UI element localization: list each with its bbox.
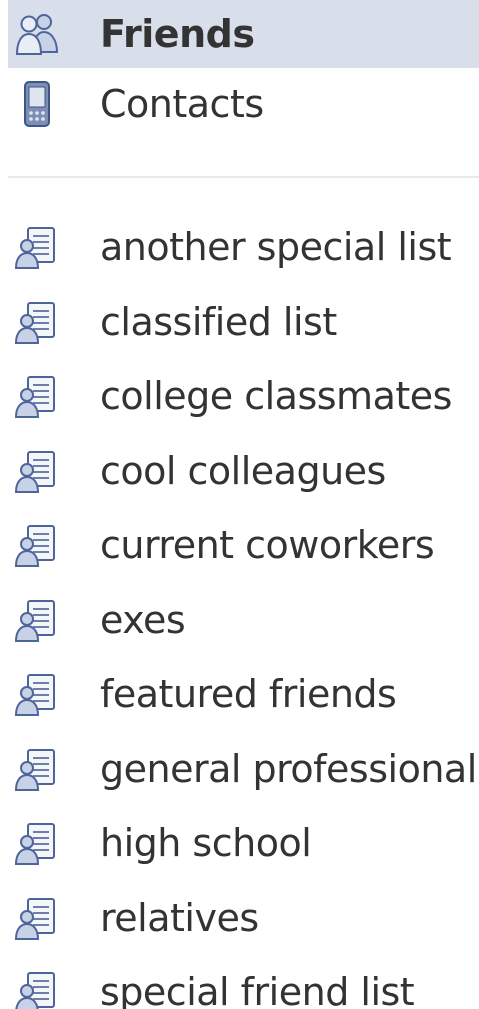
friend-list-icon: [12, 595, 62, 645]
friend-list-icon: [12, 520, 62, 570]
friend-list-item[interactable]: high school: [8, 808, 479, 878]
friend-list-item[interactable]: college classmates: [8, 361, 479, 431]
friend-list-label: classified list: [100, 300, 337, 344]
friend-list-icon: [12, 446, 62, 496]
friend-list-label: general professional: [100, 747, 477, 791]
friend-list-icon: [12, 893, 62, 943]
friend-list-icon: [12, 818, 62, 868]
friend-list-label: relatives: [100, 896, 259, 940]
friend-list-icon: [12, 297, 62, 347]
friend-list-item[interactable]: relatives: [8, 883, 479, 953]
friend-list-icon: [12, 669, 62, 719]
friend-list-item[interactable]: featured friends: [8, 659, 479, 729]
nav-item-friends[interactable]: Friends: [8, 0, 479, 68]
friend-list-icon: [12, 744, 62, 794]
friend-list-item[interactable]: special friend list: [8, 957, 479, 1009]
friend-list-label: college classmates: [100, 374, 452, 418]
friends-icon: [12, 9, 62, 59]
friend-list-label: special friend list: [100, 970, 415, 1009]
nav-item-label: Friends: [100, 12, 255, 56]
friend-list-label: featured friends: [100, 672, 397, 716]
friend-list-item[interactable]: exes: [8, 585, 479, 655]
phone-icon: [12, 79, 62, 129]
divider: [8, 176, 479, 178]
friend-list-item[interactable]: general professional: [8, 734, 479, 804]
friend-list-item[interactable]: current coworkers: [8, 510, 479, 580]
friend-list-item[interactable]: another special list: [8, 212, 479, 282]
friend-list-label: current coworkers: [100, 523, 435, 567]
friends-sidebar: Friends Contacts another special list cl…: [0, 0, 479, 1009]
friend-list-icon: [12, 967, 62, 1009]
friend-list-item[interactable]: classified list: [8, 287, 479, 357]
friend-list-label: exes: [100, 598, 186, 642]
friend-list-icon: [12, 222, 62, 272]
friend-list-icon: [12, 371, 62, 421]
friend-list-label: another special list: [100, 225, 452, 269]
nav-item-contacts[interactable]: Contacts: [8, 70, 479, 138]
nav-item-label: Contacts: [100, 82, 264, 126]
friend-list-label: cool colleagues: [100, 449, 386, 493]
friend-list-item[interactable]: cool colleagues: [8, 436, 479, 506]
friend-list-label: high school: [100, 821, 312, 865]
